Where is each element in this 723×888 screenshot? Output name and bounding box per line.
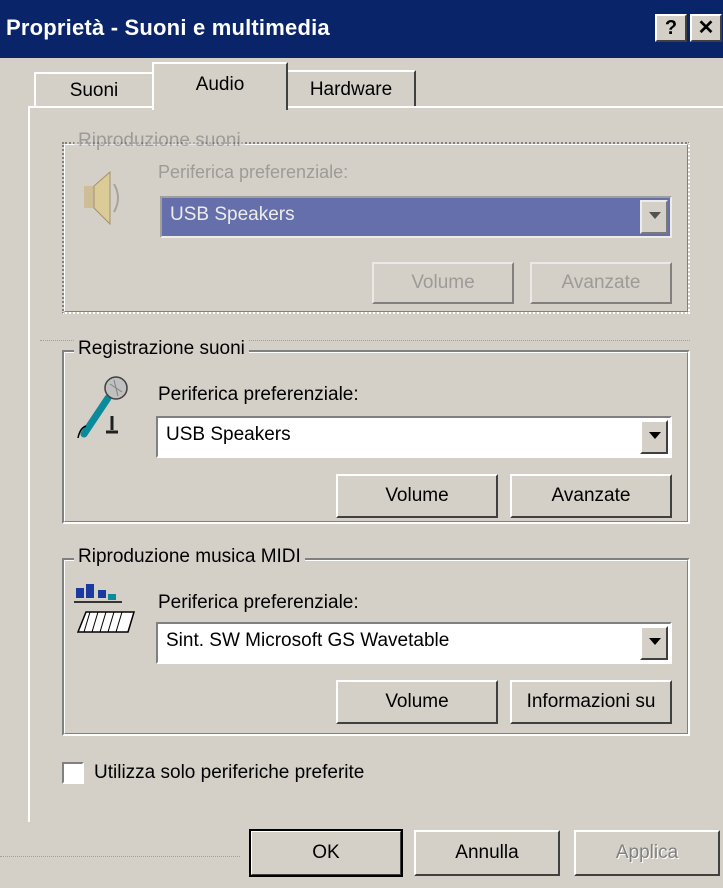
window-title: Proprietà - Suoni e multimedia <box>6 15 330 40</box>
midi-device-label: Periferica preferenziale: <box>158 592 359 613</box>
record-device-label: Periferica preferenziale: <box>158 384 359 405</box>
preferred-only-label[interactable]: Utilizza solo periferiche preferite <box>94 762 364 784</box>
cancel-label: Annulla <box>455 842 519 863</box>
tab-hardware-label: Hardware <box>309 79 393 100</box>
midi-volume-label: Volume <box>385 691 449 712</box>
playback-volume-button[interactable]: Volume <box>372 262 514 304</box>
cancel-button[interactable]: Annulla <box>414 830 560 876</box>
tab-audio[interactable]: Audio <box>152 62 288 110</box>
tab-suoni-label: Suoni <box>69 80 119 101</box>
ok-label: OK <box>312 842 340 863</box>
close-button[interactable]: ✕ <box>690 14 722 42</box>
midi-keyboard-icon <box>72 582 136 636</box>
preferred-only-checkbox[interactable] <box>62 762 84 784</box>
record-legend: Registrazione suoni <box>74 338 249 360</box>
record-volume-label: Volume <box>385 485 449 506</box>
playback-device-value: USB Speakers <box>170 204 295 225</box>
playback-legend: Riproduzione suoni <box>74 130 245 152</box>
playback-advanced-button[interactable]: Avanzate <box>530 262 672 304</box>
midi-device-value: Sint. SW Microsoft GS Wavetable <box>166 630 450 651</box>
record-device-value: USB Speakers <box>166 424 291 445</box>
apply-button[interactable]: Applica <box>574 830 720 876</box>
midi-about-label: Informazioni su <box>526 691 656 712</box>
midi-legend: Riproduzione musica MIDI <box>74 546 305 568</box>
speaker-icon <box>78 168 124 228</box>
midi-device-select[interactable]: Sint. SW Microsoft GS Wavetable <box>156 622 672 664</box>
tab-hardware[interactable]: Hardware <box>286 70 416 108</box>
tab-audio-label: Audio <box>195 74 245 95</box>
playback-advanced-label: Avanzate <box>561 272 641 293</box>
title-bar[interactable]: Proprietà - Suoni e multimedia ? ✕ <box>0 0 723 58</box>
divider <box>0 856 240 857</box>
record-dropdown-arrow[interactable] <box>640 420 668 454</box>
record-advanced-label: Avanzate <box>551 485 631 506</box>
microphone-icon <box>74 372 134 442</box>
ok-button[interactable]: OK <box>249 829 403 877</box>
playback-device-label: Periferica preferenziale: <box>158 162 349 182</box>
midi-volume-button[interactable]: Volume <box>336 680 498 724</box>
help-button[interactable]: ? <box>655 14 687 42</box>
midi-dropdown-arrow[interactable] <box>640 626 668 660</box>
record-volume-button[interactable]: Volume <box>336 474 498 518</box>
apply-label: Applica <box>615 842 679 863</box>
tab-suoni[interactable]: Suoni <box>34 72 154 108</box>
playback-dropdown-arrow[interactable] <box>640 200 668 234</box>
midi-about-button[interactable]: Informazioni su <box>510 680 672 724</box>
record-advanced-button[interactable]: Avanzate <box>510 474 672 518</box>
record-device-select[interactable]: USB Speakers <box>156 416 672 458</box>
playback-volume-label: Volume <box>411 272 475 293</box>
playback-device-select[interactable]: USB Speakers <box>160 196 672 238</box>
